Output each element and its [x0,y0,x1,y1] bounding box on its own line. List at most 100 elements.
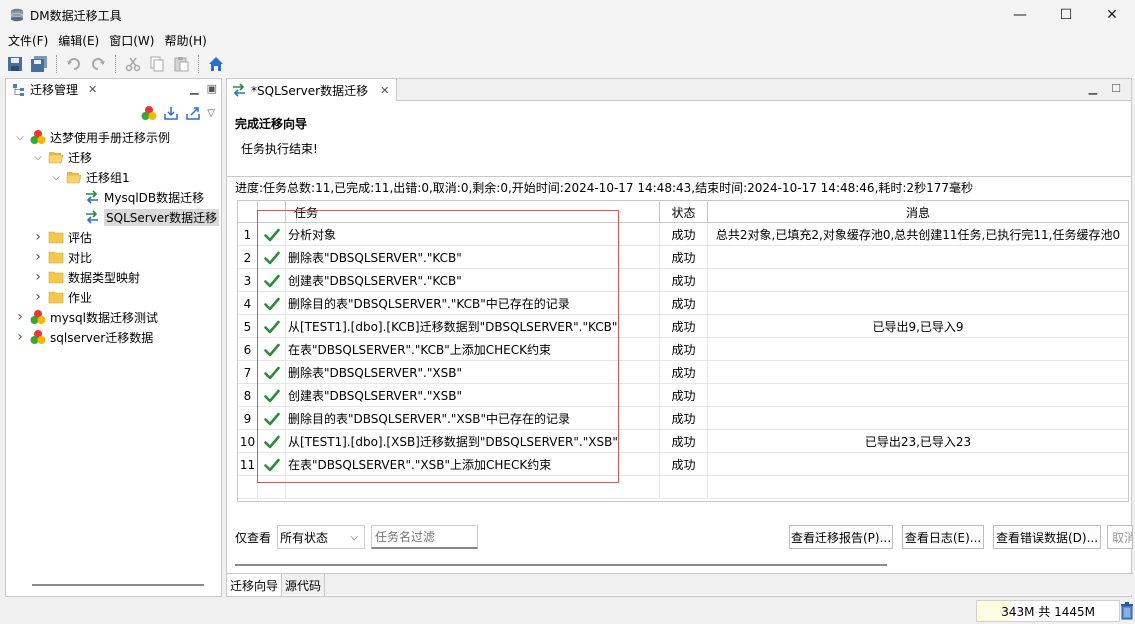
cut-icon [125,57,141,72]
header-check [258,201,286,223]
table-row[interactable]: 5 从[TEST1].[dbo].[KCB]迁移数据到"DBSQLSERVER".… [238,315,1128,338]
task-name: 删除目的表"DBSQLSERVER"."KCB"中已存在的记录 [286,292,660,315]
close-icon[interactable]: ✕ [88,83,97,96]
table-row[interactable]: 7 删除表"DBSQLSERVER"."XSB" 成功 [238,361,1128,384]
memory-indicator[interactable]: 343M 共 1445M [976,600,1120,622]
minimize-button[interactable]: — [997,0,1043,30]
task-name: 删除目的表"DBSQLSERVER"."XSB"中已存在的记录 [286,407,660,430]
paste-button[interactable] [170,53,192,75]
table-row[interactable]: 1 分析对象 成功 总共2对象,已填充2,对象缓存池0,总共创建11任务,已执行完11… [238,223,1128,246]
folder-icon [48,289,64,305]
task-name-filter-input[interactable] [371,525,479,549]
close-icon[interactable]: ✕ [380,84,389,97]
tab-migration-wizard[interactable]: 迁移向导 [227,574,283,596]
row-number: 10 [238,430,258,453]
tree-item[interactable]: › 评估 [6,227,221,247]
save-button[interactable] [4,53,26,75]
left-scrollbar[interactable] [32,584,204,586]
tree-item[interactable]: MysqlDB数据迁移 [6,187,221,207]
tree-item[interactable]: › 作业 [6,287,221,307]
minimize-view-icon[interactable]: ▁ [1089,82,1097,95]
copy-button[interactable] [146,53,168,75]
status-filter-select[interactable]: 所有状态 ⌵ [277,525,366,549]
task-name [286,476,660,499]
header-status[interactable]: 状态 [660,201,708,223]
redo-button[interactable] [87,53,109,75]
chevron-right-icon[interactable]: › [14,309,26,325]
menu-file[interactable]: 文件(F) [3,32,53,49]
tab-migration-manager[interactable]: 迁移管理 ✕ [6,79,103,101]
tree-item[interactable]: ⌵ 达梦使用手册迁移示例 [6,127,221,147]
table-row[interactable]: 10 从[TEST1].[dbo].[XSB]迁移数据到"DBSQLSERVER"… [238,430,1128,453]
tree-item[interactable]: › 数据类型映射 [6,267,221,287]
table-row[interactable]: 9 删除目的表"DBSQLSERVER"."XSB"中已存在的记录 成功 [238,407,1128,430]
table-row[interactable]: 4 删除目的表"DBSQLSERVER"."KCB"中已存在的记录 成功 [238,292,1128,315]
view-report-button[interactable]: 查看迁移报告(P)... [789,525,893,549]
export-icon[interactable] [185,105,201,121]
success-check-icon [258,269,286,292]
menu-edit[interactable]: 编辑(E) [53,32,104,49]
success-check-icon [258,453,286,476]
chevron-right-icon[interactable]: › [32,269,44,285]
chevron-right-icon[interactable]: › [32,249,44,265]
view-log-button[interactable]: 查看日志(E)... [902,525,984,549]
table-row[interactable]: 6 在表"DBSQLSERVER"."KCB"上添加CHECK约束 成功 [238,338,1128,361]
tree-item[interactable]: SQLServer数据迁移 [6,207,221,227]
chevron-down-icon[interactable]: ⌵ [32,151,44,163]
task-name: 创建表"DBSQLSERVER"."KCB" [286,269,660,292]
maximize-button[interactable]: ☐ [1043,0,1089,30]
task-name: 分析对象 [286,223,660,246]
chevron-down-icon: ⌵ [350,531,359,543]
tree-item-label: 对比 [68,250,93,265]
tree-item[interactable]: ⌵ 迁移 [6,147,221,167]
row-number: 1 [238,223,258,246]
task-name: 从[TEST1].[dbo].[XSB]迁移数据到"DBSQLSERVER"."… [286,430,660,453]
import-icon[interactable] [163,105,179,121]
table-row[interactable]: 8 创建表"DBSQLSERVER"."XSB" 成功 [238,384,1128,407]
task-status: 成功 [660,269,708,292]
tree-item[interactable]: › mysql数据迁移测试 [6,307,221,327]
maximize-view-icon[interactable]: ☐ [1111,82,1121,95]
task-message [708,246,1128,269]
view-menu-icon[interactable]: ▽ [207,108,215,119]
save-all-button[interactable] [28,53,50,75]
success-check-icon [258,407,286,430]
garbage-collect-icon[interactable] [1120,602,1134,620]
row-check-cell [258,476,286,499]
table-row[interactable]: 3 创建表"DBSQLSERVER"."KCB" 成功 [238,269,1128,292]
chevron-right-icon[interactable]: › [32,229,44,245]
close-button[interactable]: ✕ [1089,0,1135,30]
new-project-icon[interactable] [141,105,157,121]
table-row-empty [238,476,1128,499]
folder-open-icon [48,149,64,165]
tree-item[interactable]: › sqlserver迁移数据 [6,327,221,347]
tab-source-code[interactable]: 源代码 [282,574,326,596]
tree-item[interactable]: › 对比 [6,247,221,267]
table-row[interactable]: 2 删除表"DBSQLSERVER"."KCB" 成功 [238,246,1128,269]
menu-window[interactable]: 窗口(W) [104,32,159,49]
task-status: 成功 [660,338,708,361]
chevron-down-icon[interactable]: ⌵ [50,171,62,183]
tree-item[interactable]: ⌵ 迁移组1 [6,167,221,187]
cut-button[interactable] [122,53,144,75]
chevron-right-icon[interactable]: › [14,329,26,345]
table-header: 任务 状态 消息 [238,201,1128,223]
menu-help[interactable]: 帮助(H) [159,32,211,49]
success-check-icon [258,223,286,246]
table-scrollbar[interactable] [235,564,887,566]
header-task[interactable]: 任务 [286,201,660,223]
home-button[interactable] [205,53,227,75]
restore-view-icon[interactable]: ▣ [207,82,217,95]
view-error-data-button[interactable]: 查看错误数据(D)... [993,525,1101,549]
table-row[interactable]: 11 在表"DBSQLSERVER"."XSB"上添加CHECK约束 成功 [238,453,1128,476]
header-message[interactable]: 消息 [708,201,1128,223]
success-check-icon [258,315,286,338]
undo-button[interactable] [63,53,85,75]
cancel-button[interactable]: 取消 [1107,525,1133,549]
filter-label: 仅查看 [235,530,272,545]
chevron-right-icon[interactable]: › [32,289,44,305]
chevron-down-icon[interactable]: ⌵ [14,131,26,143]
tab-sqlserver-migration[interactable]: *SQLServer数据迁移 ✕ [227,79,397,101]
minimize-view-icon[interactable]: ▁ [190,82,198,95]
